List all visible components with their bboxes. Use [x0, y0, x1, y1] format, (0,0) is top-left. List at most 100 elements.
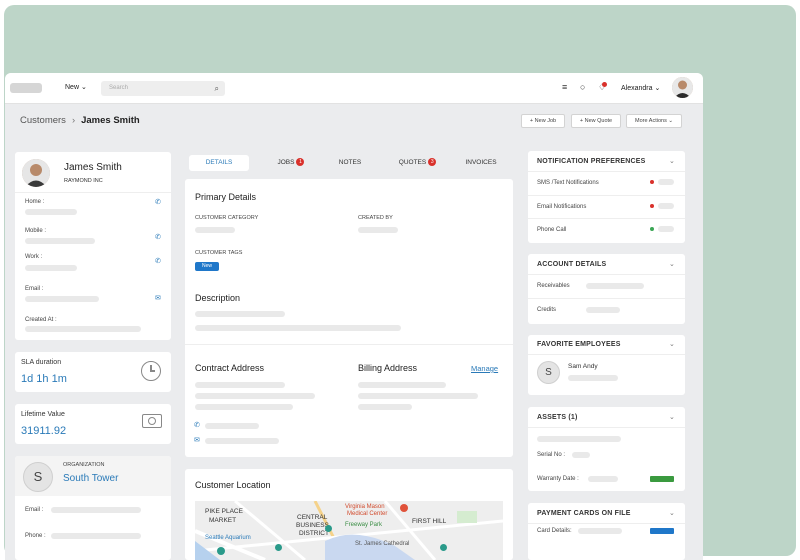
- receivables-value: [586, 283, 644, 289]
- tab-details[interactable]: DETAILS: [189, 155, 249, 171]
- receivables-label: Receivables: [537, 283, 570, 289]
- sms-notifications-value[interactable]: [658, 179, 674, 185]
- billing-address-line: [358, 393, 478, 399]
- tab-notes[interactable]: NOTES: [325, 155, 375, 171]
- chevron-down-icon[interactable]: ⌄: [669, 260, 675, 268]
- divider: [528, 171, 685, 172]
- warranty-status-badge: [650, 476, 674, 482]
- contract-address-line: [195, 393, 315, 399]
- manage-link[interactable]: Manage: [471, 364, 498, 373]
- organization-label: ORGANIZATION: [63, 462, 105, 468]
- work-value: [25, 265, 77, 271]
- customer-category-value: [195, 227, 235, 233]
- map-label: DISTRICT: [299, 530, 329, 537]
- asset-name: [537, 436, 621, 442]
- map-pin-icon[interactable]: [400, 504, 408, 512]
- card-details-label: Card Details:: [537, 528, 572, 534]
- more-actions-button[interactable]: More Actions ⌄: [626, 114, 682, 128]
- contract-address-line: [195, 382, 285, 388]
- breadcrumb-customers[interactable]: Customers: [20, 115, 66, 126]
- map-pin-icon[interactable]: [217, 547, 225, 555]
- top-bar: New ⌄ Search ⌕ ≡ ○ ♢ Alexandra ⌄: [5, 73, 703, 104]
- employee-name[interactable]: Sam Andy: [568, 363, 598, 370]
- app-logo: [10, 83, 42, 93]
- created-at-value: [25, 326, 141, 332]
- phone-icon[interactable]: ✆: [155, 233, 161, 241]
- mail-icon[interactable]: ✉: [194, 436, 200, 444]
- sms-notifications-label: SMS /Text Notifications: [537, 180, 599, 186]
- map-label: CENTRAL: [297, 514, 328, 521]
- created-by-value: [358, 227, 398, 233]
- new-quote-button[interactable]: + New Quote: [571, 114, 621, 128]
- sla-label: SLA duration: [21, 359, 62, 366]
- description-title: Description: [195, 293, 241, 303]
- tab-quotes[interactable]: QUOTES 3: [390, 155, 445, 171]
- phone-icon[interactable]: ✆: [155, 257, 161, 265]
- employee-initial-avatar: S: [537, 361, 560, 384]
- warranty-date-value: [588, 476, 618, 482]
- contract-email-value: [205, 438, 279, 444]
- status-dot: [650, 227, 654, 231]
- tab-label: INVOICES: [465, 159, 497, 166]
- phone-call-value[interactable]: [658, 226, 674, 232]
- mobile-label: Mobile :: [25, 228, 47, 234]
- phone-call-label: Phone Call: [537, 227, 567, 233]
- chevron-down-icon[interactable]: ⌄: [669, 157, 675, 165]
- tab-label: JOBS: [277, 159, 295, 166]
- search-bar[interactable]: Search ⌕: [101, 81, 225, 96]
- tab-jobs[interactable]: JOBS 1: [261, 155, 321, 171]
- chat-icon[interactable]: ○: [580, 82, 585, 92]
- map-label: PIKE PLACE: [205, 508, 243, 515]
- menu-icon[interactable]: ≡: [562, 82, 567, 92]
- mail-icon[interactable]: ✉: [155, 294, 161, 302]
- divider: [528, 427, 685, 428]
- new-job-button[interactable]: + New Job: [521, 114, 565, 128]
- sla-value: 1d 1h 1m: [21, 373, 67, 385]
- created-at-label: Created At :: [25, 317, 57, 323]
- map-label: Virginia Mason: [345, 504, 385, 510]
- warranty-date-label: Warranty Date :: [537, 476, 579, 482]
- home-value: [25, 209, 77, 215]
- customer-category-label: CUSTOMER CATEGORY: [195, 215, 259, 221]
- map-pin-icon[interactable]: [325, 525, 332, 532]
- new-menu[interactable]: New ⌄: [65, 83, 87, 91]
- chevron-right-icon: ›: [71, 115, 76, 126]
- chevron-down-icon[interactable]: ⌄: [669, 413, 675, 421]
- organization-name[interactable]: South Tower: [63, 473, 118, 484]
- email-label: Email :: [25, 286, 44, 292]
- map-label: Medical Center: [347, 511, 388, 517]
- map-label: FIRST HILL: [412, 518, 447, 525]
- map-label: MARKET: [209, 517, 237, 524]
- divider: [528, 298, 685, 299]
- card-details-value: [578, 528, 622, 534]
- notification-preferences-card: NOTIFICATION PREFERENCES ⌄ SMS /Text Not…: [528, 151, 685, 243]
- phone-icon[interactable]: ✆: [155, 198, 161, 206]
- map-view[interactable]: PIKE PLACE MARKET CENTRAL BUSINESS DISTR…: [195, 501, 503, 560]
- billing-address-title: Billing Address: [358, 363, 418, 373]
- map-pin-icon[interactable]: [275, 544, 282, 551]
- map-label: St. James Cathedral: [355, 541, 410, 547]
- email-notifications-value[interactable]: [658, 203, 674, 209]
- contract-address-title: Contract Address: [195, 363, 265, 373]
- search-icon[interactable]: ⌕: [215, 84, 219, 94]
- user-avatar[interactable]: [672, 77, 693, 98]
- chevron-down-icon[interactable]: ⌄: [669, 340, 675, 348]
- chevron-down-icon[interactable]: ⌄: [669, 509, 675, 517]
- tab-label: DETAILS: [205, 159, 233, 166]
- chevron-down-icon: ⌄: [654, 85, 661, 92]
- tab-invoices[interactable]: INVOICES: [455, 155, 507, 171]
- map-pin-icon[interactable]: [440, 544, 447, 551]
- tag-new[interactable]: New: [195, 262, 219, 271]
- customer-tags-label: CUSTOMER TAGS: [195, 250, 243, 256]
- account-details-title: ACCOUNT DETAILS: [537, 261, 607, 268]
- user-menu[interactable]: Alexandra ⌄: [621, 84, 660, 92]
- phone-icon[interactable]: ✆: [194, 421, 200, 429]
- customer-location-title: Customer Location: [195, 480, 271, 490]
- chevron-down-icon: ⌄: [668, 118, 673, 124]
- assets-card: ASSETS (1) ⌄ Serial No : Warranty Date :: [528, 407, 685, 491]
- details-card: Primary Details CUSTOMER CATEGORY CREATE…: [185, 179, 513, 457]
- lifetime-label: Lifetime Value: [21, 411, 65, 418]
- breadcrumb: Customers › James Smith: [20, 115, 140, 126]
- organization-initial-avatar: S: [23, 462, 53, 492]
- search-input[interactable]: Search: [109, 85, 128, 91]
